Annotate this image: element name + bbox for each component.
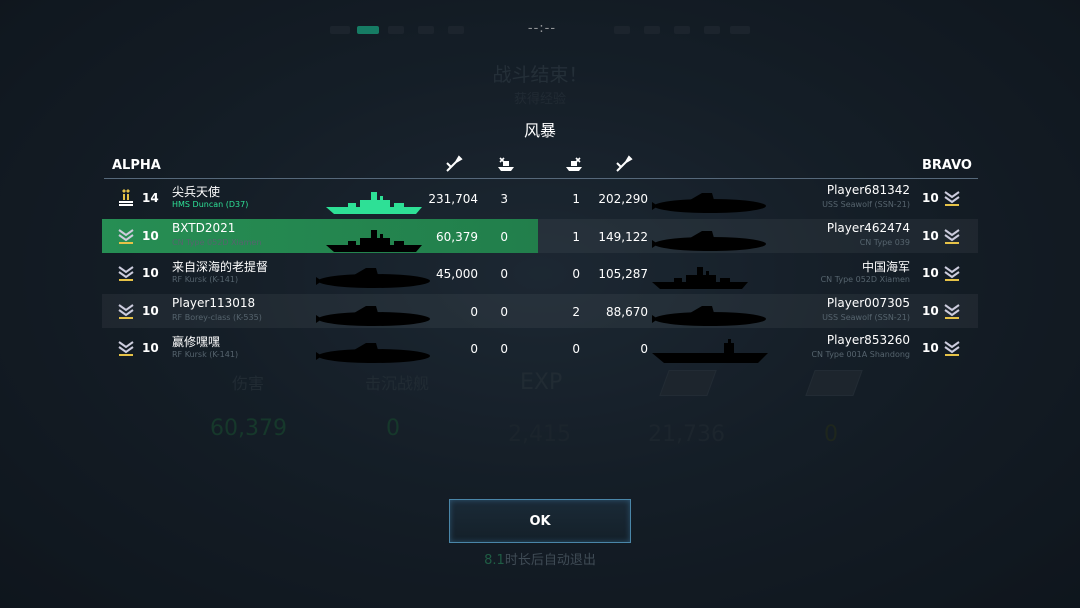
- alpha-level: 10: [142, 229, 159, 243]
- alpha-damage: 45,000: [436, 267, 478, 281]
- chevron-rank-icon: [118, 304, 134, 319]
- scoreboard-row: 10 赢修嘿嘿 RF Kursk (K-141) 0 0 0 0 Player853260 CN…: [102, 331, 978, 365]
- map-name: 风暴: [523, 121, 556, 140]
- bravo-ship-silhouette: [650, 300, 770, 334]
- alpha-damage: 60,379: [436, 230, 478, 244]
- alpha-damage: 231,704: [428, 192, 478, 206]
- ok-button[interactable]: OK: [449, 499, 631, 543]
- bravo-level: 10: [922, 341, 939, 355]
- alpha-ship-silhouette: [324, 225, 424, 259]
- alpha-ship-name: CN Type 052D Xiamen: [172, 238, 262, 247]
- bravo-ship-name: CN Type 039: [859, 238, 910, 247]
- bravo-ship-silhouette: [650, 262, 750, 296]
- header-divider: [104, 178, 978, 179]
- bravo-player-cell[interactable]: 0 0 Player853260 CN Type 001A Shandong 10: [540, 331, 978, 365]
- bravo-level: 10: [922, 304, 939, 318]
- bravo-player-name: Player853260: [826, 333, 910, 347]
- bravo-ship-name: CN Type 052D Xiamen: [820, 275, 910, 284]
- alpha-player-cell[interactable]: 14 尖兵天使 HMS Duncan (D37) 231,704 3: [102, 181, 538, 215]
- officer-rank-icon: [119, 189, 133, 206]
- alpha-level: 10: [142, 304, 159, 318]
- bravo-kills: 1: [572, 192, 580, 206]
- bravo-kills: 1: [572, 230, 580, 244]
- bravo-player-cell[interactable]: 2 88,670 Player007305 USS Seawolf (SSN-21) 1…: [540, 294, 978, 328]
- alpha-player-name: 来自深海的老提督: [172, 260, 269, 274]
- alpha-player-name: Player113018: [172, 296, 256, 310]
- bravo-level: 10: [922, 191, 939, 205]
- chevron-rank-icon: [944, 304, 960, 319]
- bravo-damage: 0: [640, 342, 648, 356]
- alpha-player-cell[interactable]: 10 来自深海的老提督 RF Kursk (K-141) 45,000 0: [102, 256, 538, 290]
- damage-icon: [446, 155, 463, 172]
- alpha-ship-name: RF Kursk (K-141): [172, 275, 239, 284]
- alpha-player-name: 尖兵天使: [172, 185, 221, 199]
- alpha-kills: 0: [500, 342, 508, 356]
- bravo-ship-name: USS Seawolf (SSN-21): [822, 313, 910, 322]
- bravo-ship-name: USS Seawolf (SSN-21): [822, 200, 910, 209]
- exit-countdown: 8.1: [484, 553, 505, 568]
- bravo-damage: 202,290: [598, 192, 648, 206]
- bravo-player-cell[interactable]: 0 105,287 中国海军 CN Type 052D Xiamen 10: [540, 256, 978, 290]
- bravo-level: 10: [922, 229, 939, 243]
- bravo-level: 10: [922, 266, 939, 280]
- bravo-damage: 149,122: [598, 230, 648, 244]
- auto-exit-note: 8.1时长后自动退出: [0, 549, 1080, 568]
- bravo-damage: 88,670: [606, 305, 648, 319]
- alpha-level: 14: [142, 191, 159, 205]
- team-alpha-label: ALPHA: [112, 158, 161, 173]
- scoreboard-row: 10 Player113018 RF Borey-class (K-535) 0 0 2 8…: [102, 294, 978, 328]
- bravo-kills: 0: [572, 267, 580, 281]
- alpha-player-cell[interactable]: 10 赢修嘿嘿 RF Kursk (K-141) 0 0: [102, 331, 538, 365]
- bravo-player-cell[interactable]: 1 149,122 Player462474 CN Type 039 10: [540, 219, 978, 253]
- alpha-player-cell[interactable]: 10 BXTD2021 CN Type 052D Xiamen 60,379 0: [102, 219, 538, 253]
- alpha-player-name: BXTD2021: [172, 221, 236, 235]
- chevron-rank-icon: [944, 266, 960, 281]
- alpha-level: 10: [142, 266, 159, 280]
- alpha-ship-silhouette: [324, 187, 424, 221]
- bravo-ship-silhouette: [650, 187, 770, 221]
- bravo-player-name: Player681342: [826, 183, 910, 197]
- damage-icon: [616, 155, 633, 172]
- team-bravo-label: BRAVO: [922, 158, 972, 173]
- bravo-player-name: Player462474: [826, 221, 910, 235]
- alpha-kills: 0: [500, 230, 508, 244]
- sunk-ship-icon: [566, 157, 582, 171]
- chevron-rank-icon: [944, 191, 960, 206]
- scoreboard-row: 10 BXTD2021 CN Type 052D Xiamen 60,379 0 1 149…: [102, 219, 978, 253]
- bravo-kills: 0: [572, 342, 580, 356]
- bravo-player-name: Player007305: [826, 296, 910, 310]
- scoreboard-row: 14 尖兵天使 HMS Duncan (D37) 231,704 3 1 202,290 Pl…: [102, 181, 978, 215]
- alpha-player-cell[interactable]: 10 Player113018 RF Borey-class (K-535) 0 0: [102, 294, 538, 328]
- bravo-ship-name: CN Type 001A Shandong: [811, 350, 910, 359]
- alpha-ship-name: HMS Duncan (D37): [172, 200, 249, 209]
- alpha-kills: 3: [500, 192, 508, 206]
- alpha-player-name: 赢修嘿嘿: [172, 335, 221, 349]
- bravo-kills: 2: [572, 305, 580, 319]
- chevron-rank-icon: [118, 341, 134, 356]
- chevron-rank-icon: [944, 341, 960, 356]
- alpha-ship-name: RF Kursk (K-141): [172, 350, 239, 359]
- bravo-ship-silhouette: [650, 225, 770, 259]
- exit-note-text: 时长后自动退出: [504, 553, 596, 568]
- chevron-rank-icon: [118, 229, 134, 244]
- scoreboard-row: 10 来自深海的老提督 RF Kursk (K-141) 45,000 0 0 105,28…: [102, 256, 978, 290]
- bravo-player-name: 中国海军: [861, 260, 910, 274]
- bravo-ship-silhouette: [650, 337, 770, 371]
- alpha-level: 10: [142, 341, 159, 355]
- alpha-kills: 0: [500, 305, 508, 319]
- chevron-rank-icon: [944, 229, 960, 244]
- bravo-damage: 105,287: [598, 267, 648, 281]
- alpha-damage: 0: [470, 342, 478, 356]
- alpha-ship-name: RF Borey-class (K-535): [172, 313, 262, 322]
- bravo-player-cell[interactable]: 1 202,290 Player681342 USS Seawolf (SSN-21)…: [540, 181, 978, 215]
- alpha-kills: 0: [500, 267, 508, 281]
- chevron-rank-icon: [118, 266, 134, 281]
- sunk-ship-icon: [498, 157, 514, 171]
- alpha-damage: 0: [470, 305, 478, 319]
